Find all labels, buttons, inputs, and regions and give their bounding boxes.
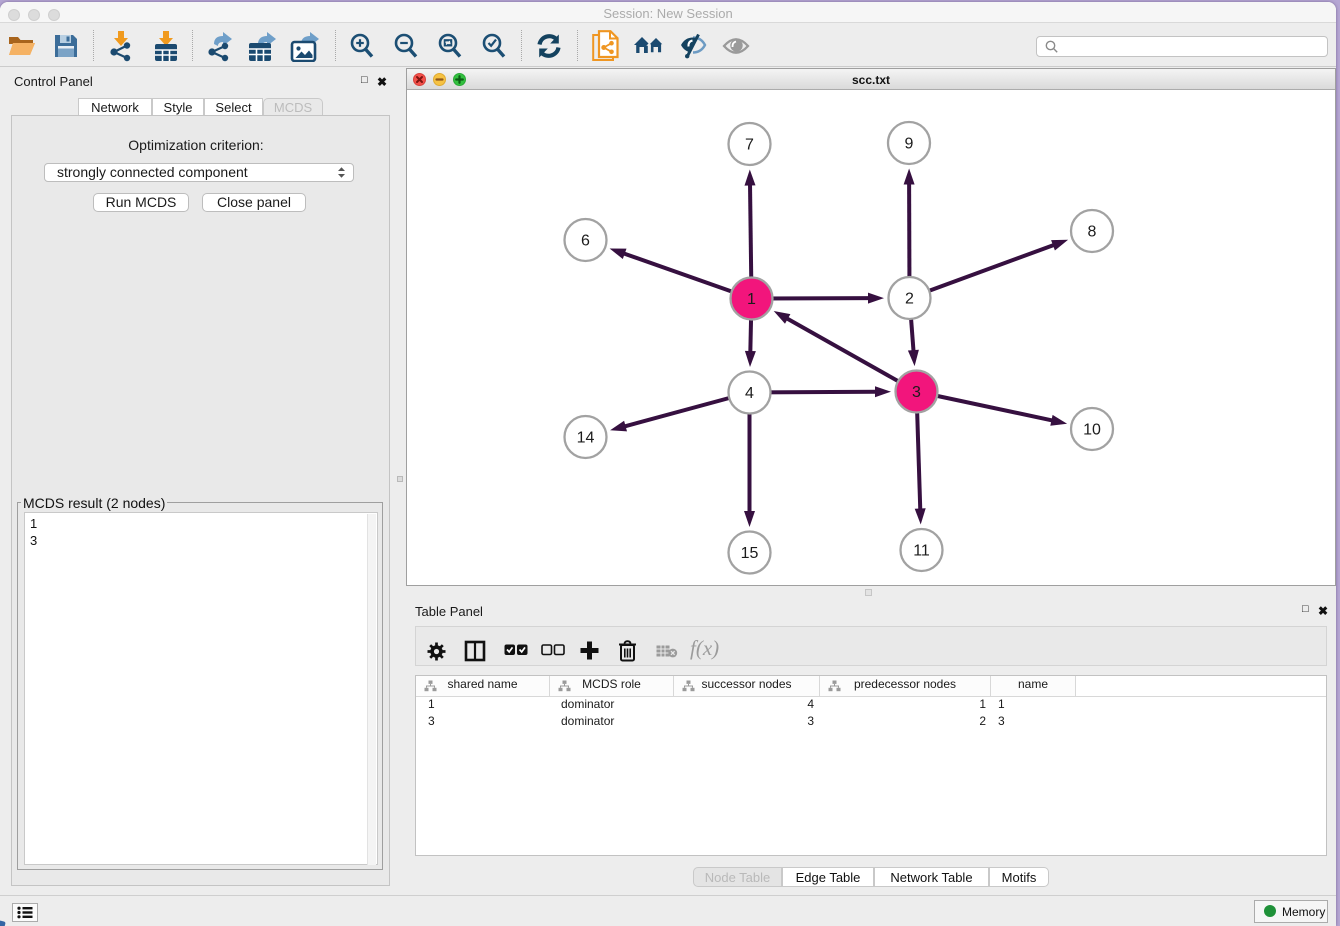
svg-text:9: 9 — [904, 135, 913, 152]
svg-text:14: 14 — [576, 429, 594, 446]
svg-text:2: 2 — [905, 290, 914, 307]
svg-text:7: 7 — [745, 136, 754, 153]
svg-text:8: 8 — [1087, 223, 1096, 240]
svg-text:10: 10 — [1083, 421, 1101, 438]
svg-text:3: 3 — [912, 384, 921, 401]
svg-text:11: 11 — [913, 542, 930, 559]
svg-text:4: 4 — [745, 385, 754, 402]
svg-text:6: 6 — [581, 232, 590, 249]
svg-text:1: 1 — [747, 291, 756, 308]
svg-text:15: 15 — [740, 545, 758, 562]
